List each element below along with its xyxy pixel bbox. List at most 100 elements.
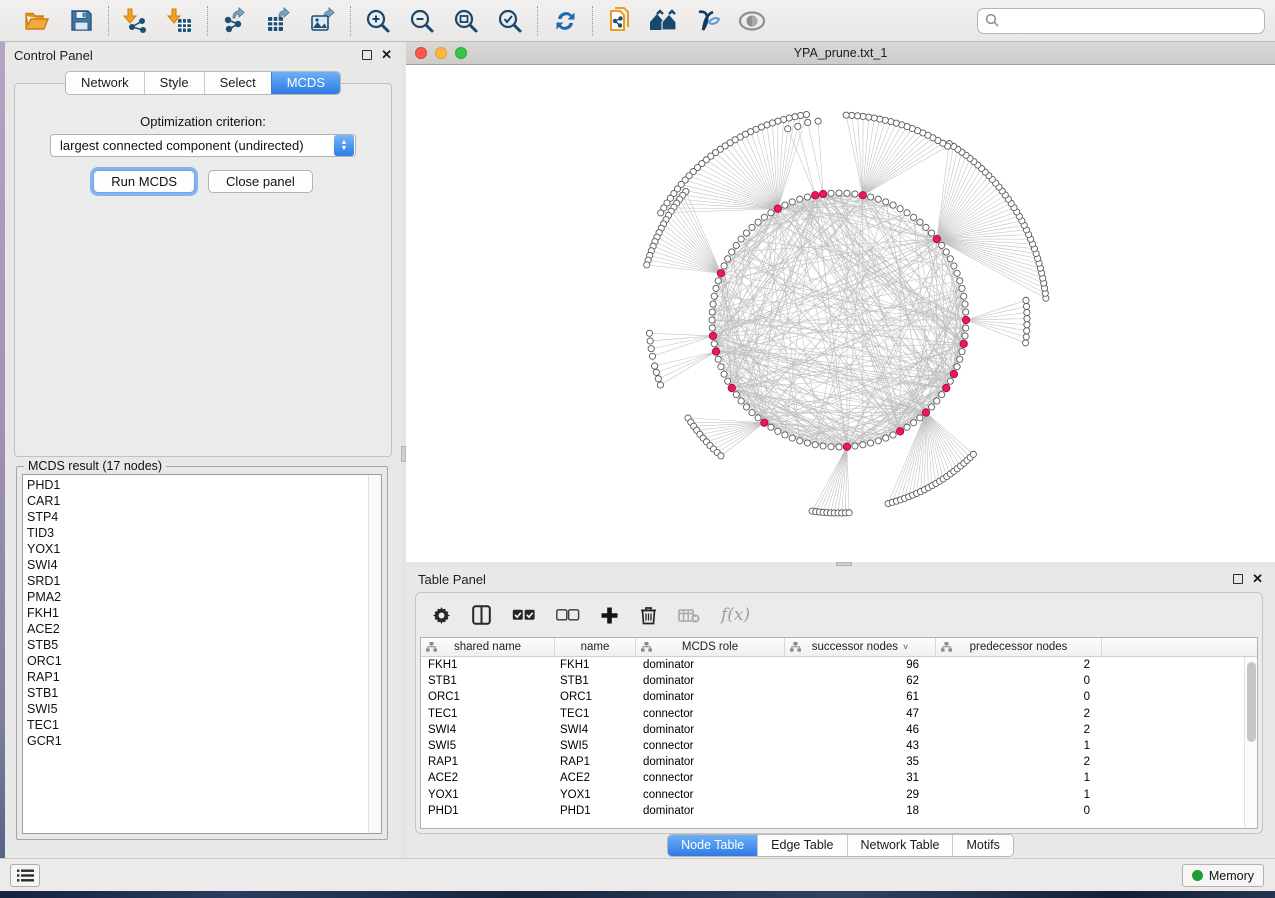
- graph-node[interactable]: [711, 341, 717, 347]
- graph-node[interactable]: [961, 293, 967, 299]
- tab-mcds[interactable]: MCDS: [271, 72, 340, 94]
- graph-node[interactable]: [709, 325, 715, 331]
- mcds-result-node[interactable]: PMA2: [27, 589, 365, 605]
- graph-node[interactable]: [721, 263, 727, 269]
- close-panel-button[interactable]: Close panel: [208, 170, 313, 193]
- graph-leaf-node[interactable]: [655, 376, 661, 382]
- mcds-result-node[interactable]: SRD1: [27, 573, 365, 589]
- graph-node[interactable]: [939, 392, 945, 398]
- graph-hub-node[interactable]: [717, 270, 724, 277]
- mcds-result-node[interactable]: RAP1: [27, 669, 365, 685]
- graph-leaf-node[interactable]: [1024, 322, 1030, 328]
- graph-node[interactable]: [917, 415, 923, 421]
- graph-node[interactable]: [718, 364, 724, 370]
- graph-leaf-node[interactable]: [785, 126, 791, 132]
- table-row[interactable]: PHD1PHD1dominator180: [421, 803, 1244, 819]
- export-image-icon[interactable]: [308, 6, 338, 36]
- table-row[interactable]: ORC1ORC1dominator610: [421, 689, 1244, 705]
- graph-leaf-node[interactable]: [803, 111, 809, 117]
- graph-node[interactable]: [755, 219, 761, 225]
- graph-hub-node[interactable]: [922, 409, 929, 416]
- graph-leaf-node[interactable]: [647, 338, 653, 344]
- graph-leaf-node[interactable]: [1023, 303, 1029, 309]
- graph-node[interactable]: [939, 242, 945, 248]
- graph-node[interactable]: [709, 309, 715, 315]
- graph-leaf-node[interactable]: [718, 453, 724, 459]
- table-row[interactable]: SWI4SWI4dominator462: [421, 722, 1244, 738]
- mcds-result-node[interactable]: PHD1: [27, 477, 365, 493]
- graph-node[interactable]: [721, 371, 727, 377]
- mcds-result-node[interactable]: GCR1: [27, 733, 365, 749]
- import-table-icon[interactable]: [165, 6, 195, 36]
- graph-node[interactable]: [947, 378, 953, 384]
- graph-leaf-node[interactable]: [658, 210, 664, 216]
- graph-node[interactable]: [890, 432, 896, 438]
- import-public-network-icon[interactable]: [605, 6, 635, 36]
- delete-column-icon[interactable]: [640, 605, 657, 625]
- graph-node[interactable]: [836, 444, 842, 450]
- zoom-fit-icon[interactable]: [451, 6, 481, 36]
- graph-node[interactable]: [947, 256, 953, 262]
- graph-hub-node[interactable]: [728, 384, 735, 391]
- import-network-icon[interactable]: [121, 6, 151, 36]
- memory-button[interactable]: Memory: [1182, 864, 1264, 887]
- add-column-icon[interactable]: [600, 606, 619, 625]
- graph-node[interactable]: [928, 404, 934, 410]
- export-table-icon[interactable]: [264, 6, 294, 36]
- mcds-result-node[interactable]: CAR1: [27, 493, 365, 509]
- table-row[interactable]: SWI5SWI5connector431: [421, 738, 1244, 754]
- scrollbar-thumb[interactable]: [1247, 662, 1256, 742]
- task-history-button[interactable]: [10, 864, 40, 887]
- graph-node[interactable]: [804, 440, 810, 446]
- graph-node[interactable]: [768, 210, 774, 216]
- graph-node[interactable]: [890, 202, 896, 208]
- graph-node[interactable]: [782, 202, 788, 208]
- float-panel-icon[interactable]: [1233, 574, 1243, 584]
- graph-leaf-node[interactable]: [843, 112, 849, 118]
- table-settings-icon[interactable]: [432, 606, 451, 625]
- mcds-result-node[interactable]: YOX1: [27, 541, 365, 557]
- close-panel-icon[interactable]: ✕: [1252, 574, 1263, 584]
- graph-node[interactable]: [923, 224, 929, 230]
- graph-node[interactable]: [828, 444, 834, 450]
- column-header-shared-name[interactable]: shared name: [421, 638, 555, 656]
- graph-leaf-node[interactable]: [1023, 297, 1029, 303]
- delete-table-icon[interactable]: [678, 608, 700, 623]
- graph-node[interactable]: [957, 278, 963, 284]
- open-session-icon[interactable]: [22, 6, 52, 36]
- tab-select[interactable]: Select: [204, 72, 271, 94]
- graph-node[interactable]: [963, 309, 969, 315]
- graph-node[interactable]: [743, 230, 749, 236]
- graph-node[interactable]: [883, 199, 889, 205]
- graph-node[interactable]: [729, 249, 735, 255]
- column-header-successor-nodes[interactable]: successor nodes ˅: [785, 638, 936, 656]
- run-mcds-button[interactable]: Run MCDS: [93, 170, 195, 193]
- graph-node[interactable]: [883, 435, 889, 441]
- graph-node[interactable]: [812, 442, 818, 448]
- mcds-result-node[interactable]: ACE2: [27, 621, 365, 637]
- table-row[interactable]: RAP1RAP1dominator352: [421, 754, 1244, 770]
- graph-hub-node[interactable]: [774, 205, 781, 212]
- mcds-result-scrollbar[interactable]: [368, 475, 381, 833]
- graph-node[interactable]: [725, 256, 731, 262]
- zoom-out-icon[interactable]: [407, 6, 437, 36]
- show-column-icon[interactable]: [472, 605, 491, 625]
- graph-node[interactable]: [962, 333, 968, 339]
- graph-node[interactable]: [749, 224, 755, 230]
- save-session-icon[interactable]: [66, 6, 96, 36]
- graph-node[interactable]: [957, 356, 963, 362]
- close-panel-icon[interactable]: ✕: [381, 50, 392, 60]
- graph-node[interactable]: [875, 196, 881, 202]
- graph-node[interactable]: [761, 214, 767, 220]
- graph-node[interactable]: [804, 194, 810, 200]
- graph-node[interactable]: [852, 443, 858, 449]
- graph-leaf-node[interactable]: [1022, 340, 1028, 346]
- graph-node[interactable]: [959, 348, 965, 354]
- column-header-mcds-role[interactable]: MCDS role: [636, 638, 785, 656]
- graph-node[interactable]: [725, 378, 731, 384]
- graph-node[interactable]: [867, 194, 873, 200]
- graph-leaf-node[interactable]: [815, 118, 821, 124]
- graph-node[interactable]: [775, 428, 781, 434]
- graph-node[interactable]: [755, 415, 761, 421]
- graph-hub-node[interactable]: [819, 190, 826, 197]
